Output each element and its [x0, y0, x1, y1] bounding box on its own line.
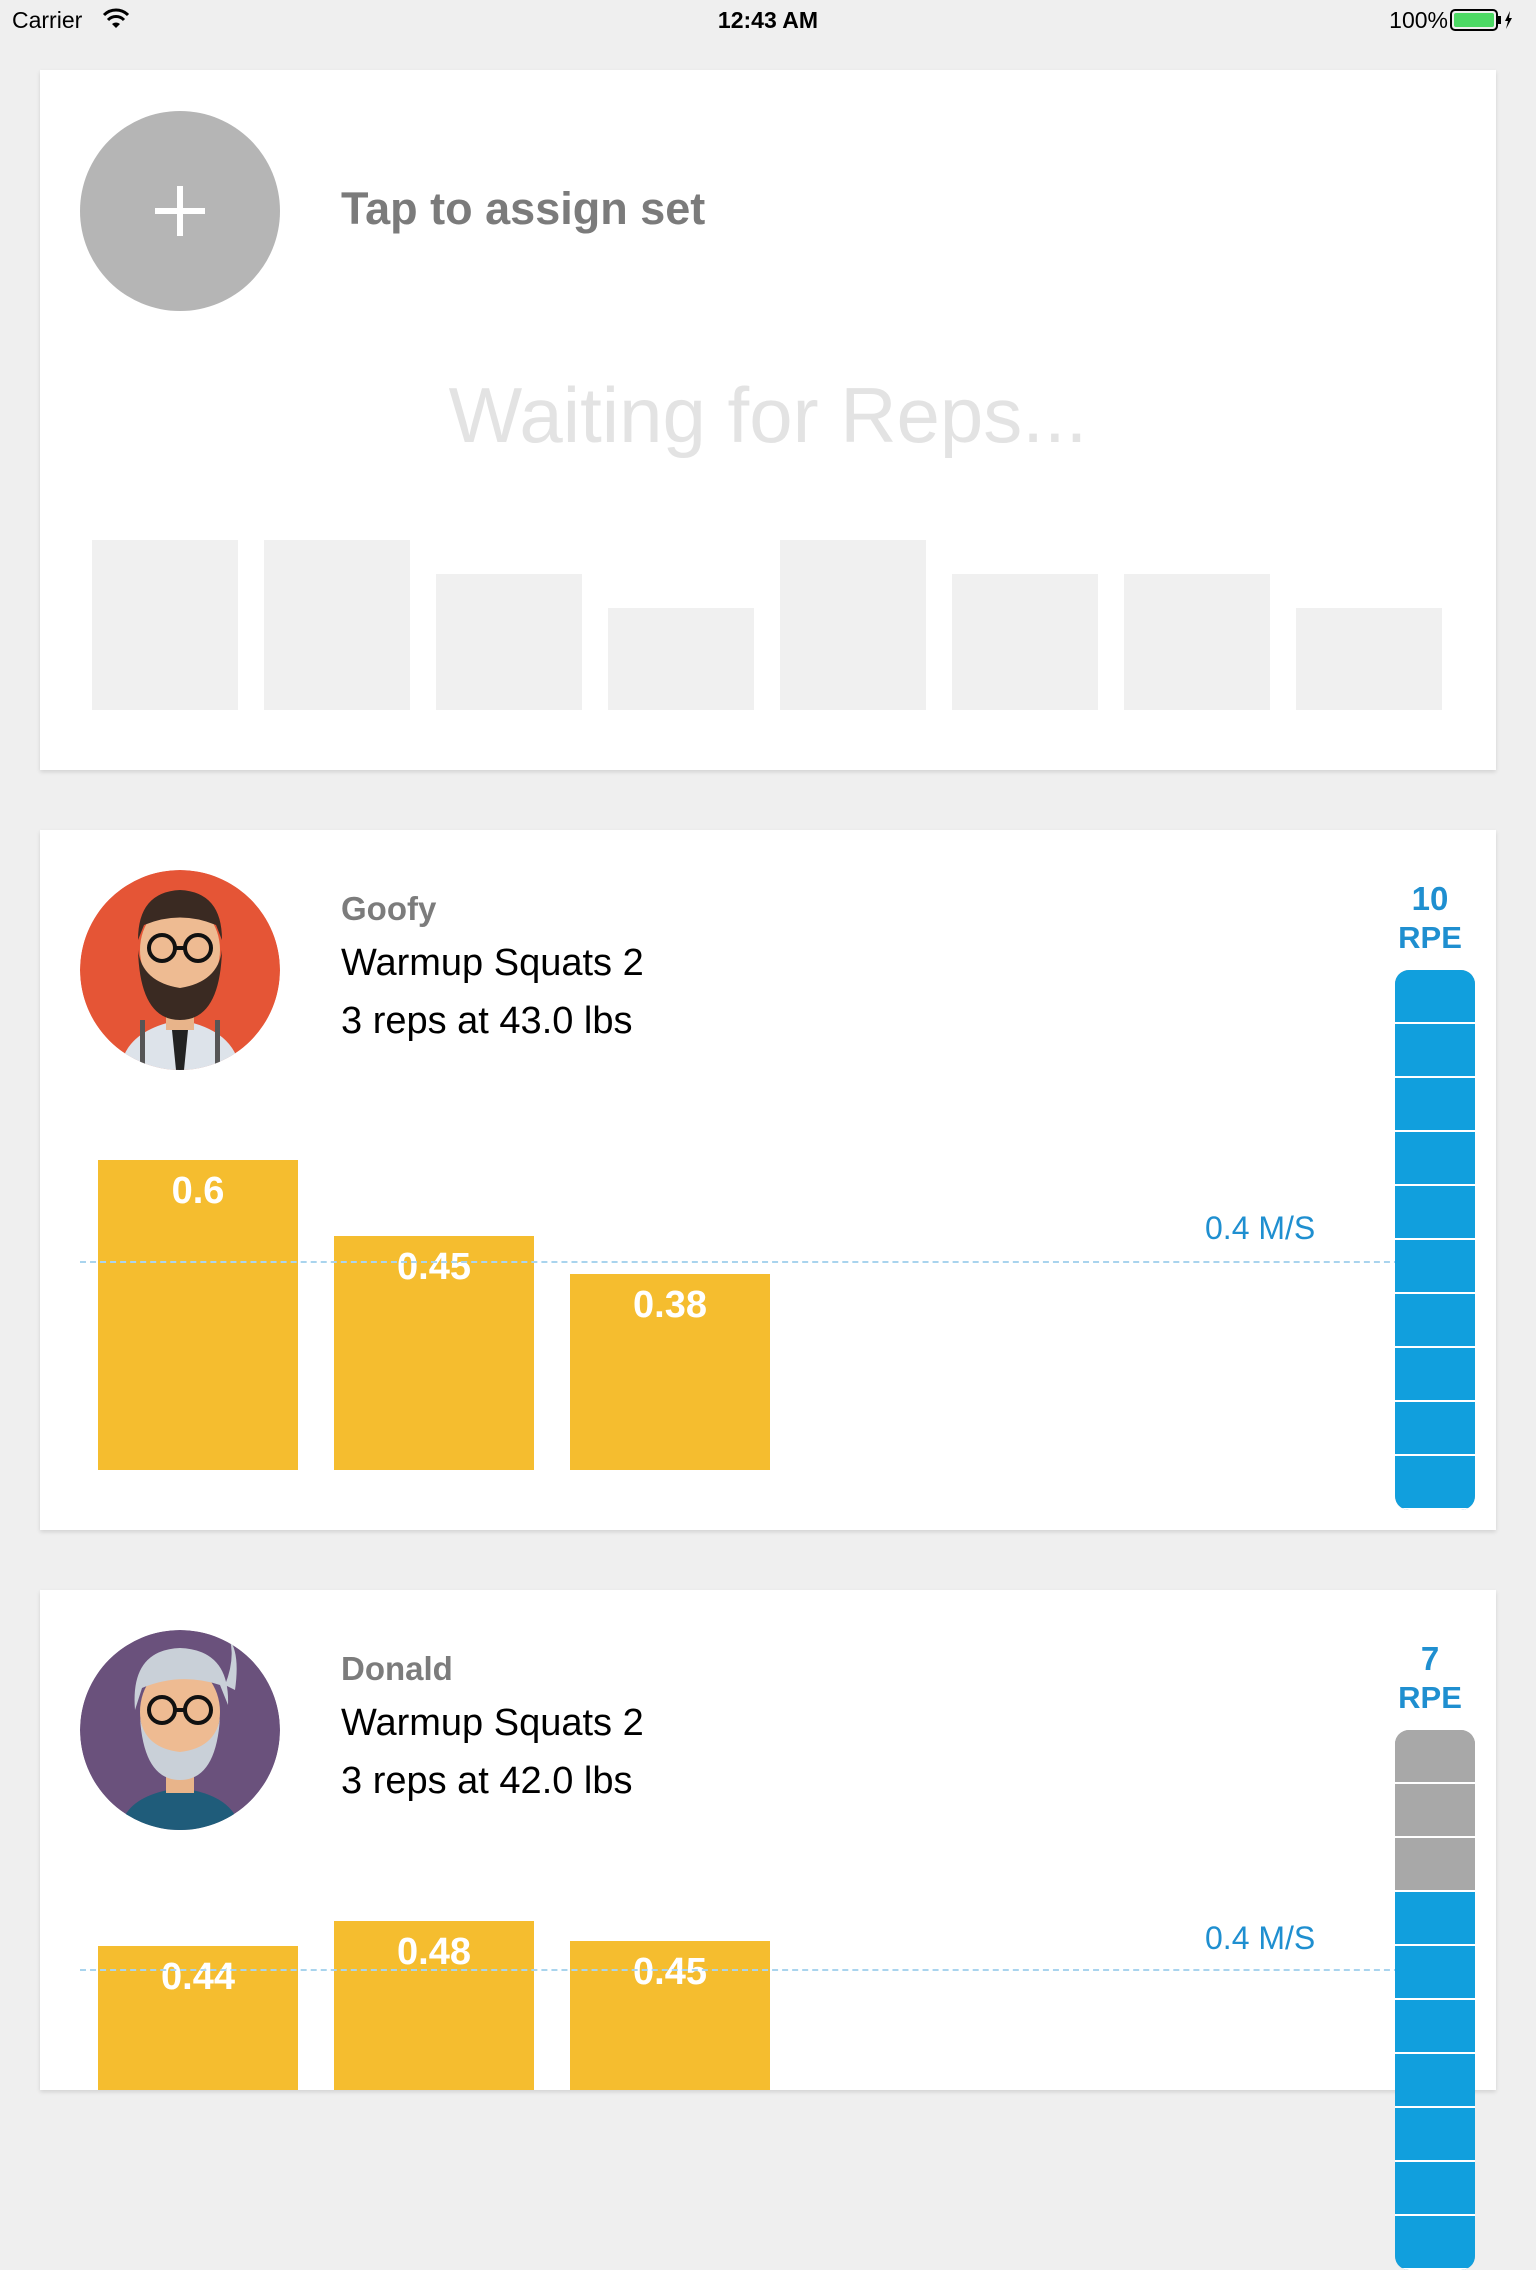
- rpe-segment: [1395, 1294, 1475, 1348]
- assign-set-label[interactable]: Tap to assign set: [341, 183, 705, 235]
- placeholder-bar: [92, 540, 238, 710]
- placeholder-bar: [780, 540, 926, 710]
- charging-icon: [1505, 11, 1512, 29]
- rep-velocity-label: 0.6: [171, 1170, 225, 1212]
- rpe-segment: [1395, 1946, 1475, 2000]
- rpe-segment: [1395, 970, 1475, 1024]
- waiting-message: Waiting for Reps...: [448, 371, 1088, 459]
- rep-velocity-label: 0.45: [397, 1246, 471, 1288]
- velocity-threshold-line: [80, 1969, 1410, 1971]
- battery-percent: 100%: [1389, 7, 1448, 33]
- rpe-segment: [1395, 1892, 1475, 1946]
- rpe-segment: [1395, 1132, 1475, 1186]
- set-name: Warmup Squats 2: [341, 1702, 644, 1744]
- battery-icon: [1450, 9, 1514, 37]
- velocity-threshold-label: 0.4 M/S: [1205, 1210, 1316, 1246]
- placeholder-bar: [608, 608, 754, 710]
- rpe-value: 7: [1420, 1640, 1440, 1677]
- rep-bar[interactable]: 0.6: [98, 1160, 298, 1470]
- clock: 12:43 AM: [717, 7, 819, 33]
- placeholder-bar: [952, 574, 1098, 710]
- rpe-segment: [1395, 1838, 1475, 1892]
- assign-set-card[interactable]: Tap to assign set Waiting for Reps...: [40, 70, 1496, 770]
- athlete-name: Goofy: [341, 890, 437, 927]
- rep-bar[interactable]: 0.38: [570, 1274, 770, 1470]
- rpe-segment: [1395, 1456, 1475, 1510]
- reps-summary: 3 reps at 42.0 lbs: [341, 1760, 633, 1802]
- assign-set-button[interactable]: [80, 111, 280, 311]
- rpe-segment: [1395, 1784, 1475, 1838]
- rpe-segment: [1395, 1078, 1475, 1132]
- reps-summary: 3 reps at 43.0 lbs: [341, 1000, 633, 1042]
- velocity-threshold-line: [80, 1261, 1410, 1263]
- rep-bar[interactable]: 0.45: [334, 1236, 534, 1470]
- rep-bar[interactable]: 0.44: [98, 1946, 298, 2090]
- rpe-segment: [1395, 2000, 1475, 2054]
- placeholder-bar: [1124, 574, 1270, 710]
- athlete-card[interactable]: Donald Warmup Squats 2 3 reps at 42.0 lb…: [40, 1590, 1496, 2270]
- velocity-threshold-label: 0.4 M/S: [1205, 1920, 1316, 1956]
- plus-icon: [155, 186, 205, 236]
- rpe-segment: [1395, 1240, 1475, 1294]
- rpe-gauge[interactable]: [1395, 1730, 1475, 2270]
- rpe-segment: [1395, 2216, 1475, 2270]
- placeholder-bar: [436, 574, 582, 710]
- avatar[interactable]: [80, 870, 280, 1070]
- rep-bar[interactable]: 0.48: [334, 1921, 534, 2090]
- placeholder-bar: [264, 540, 410, 710]
- rep-velocity-label: 0.44: [161, 1956, 235, 1998]
- rpe-unit: RPE: [1398, 920, 1462, 955]
- rpe-segment: [1395, 2108, 1475, 2162]
- rep-velocity-label: 0.48: [397, 1931, 471, 1973]
- rpe-value: 10: [1411, 880, 1449, 917]
- rpe-gauge[interactable]: [1395, 970, 1475, 1510]
- rep-velocity-label: 0.45: [633, 1951, 707, 1993]
- status-bar: Carrier 12:43 AM 100%: [0, 0, 1536, 40]
- rep-velocity-label: 0.38: [633, 1284, 707, 1326]
- athlete-card[interactable]: Goofy Warmup Squats 2 3 reps at 43.0 lbs…: [40, 830, 1496, 1530]
- rpe-segment: [1395, 1730, 1475, 1784]
- rpe-unit: RPE: [1398, 1680, 1462, 1715]
- placeholder-bar: [1296, 608, 1442, 710]
- rpe-segment: [1395, 2162, 1475, 2216]
- rpe-segment: [1395, 2054, 1475, 2108]
- rep-bar[interactable]: 0.45: [570, 1941, 770, 2090]
- set-name: Warmup Squats 2: [341, 942, 644, 984]
- rpe-segment: [1395, 1024, 1475, 1078]
- rpe-segment: [1395, 1186, 1475, 1240]
- athlete-name: Donald: [341, 1650, 453, 1687]
- rpe-segment: [1395, 1402, 1475, 1456]
- rpe-segment: [1395, 1348, 1475, 1402]
- avatar[interactable]: [80, 1630, 280, 1830]
